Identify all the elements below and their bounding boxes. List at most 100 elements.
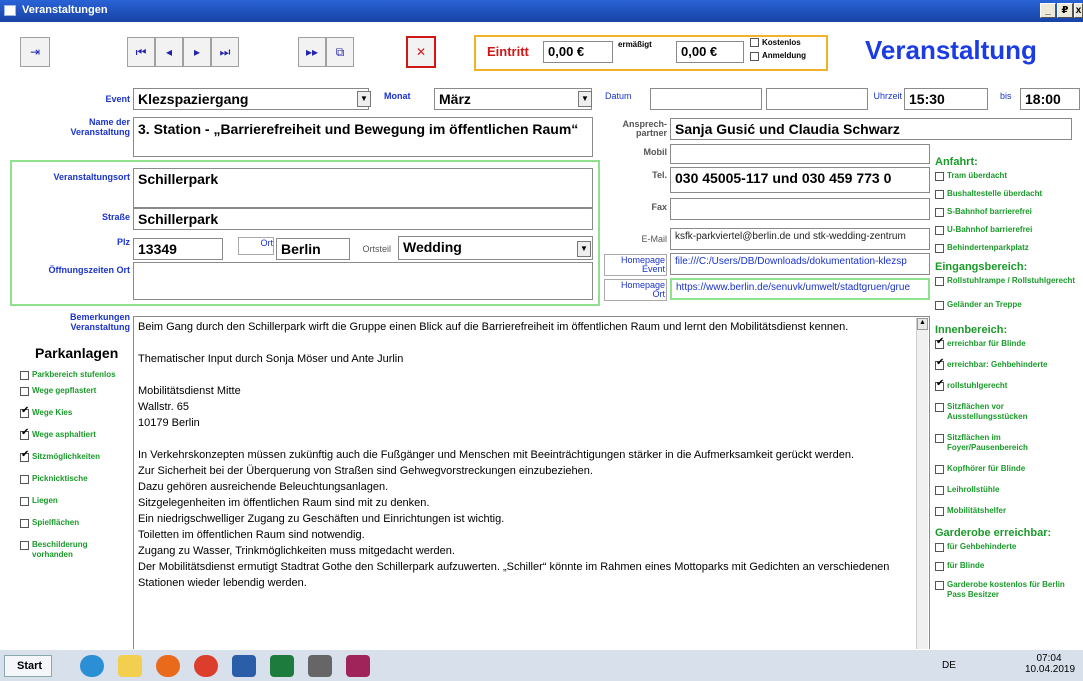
- anfahrt-option-u-bahnhof-barrierefrei[interactable]: U-Bahnhof barrierefrei: [935, 225, 1083, 235]
- maximize-button[interactable]: ₽: [1057, 3, 1073, 18]
- innen-option-sitzflächen-vor-ausstellungsstücken-checkbox[interactable]: [935, 403, 944, 412]
- park-option-spielflächen-checkbox[interactable]: [20, 519, 29, 528]
- homepage-ort-field[interactable]: https://www.berlin.de/senuvk/umwelt/stad…: [670, 278, 930, 300]
- scroll-up-icon[interactable]: ▲: [917, 318, 928, 330]
- name-field[interactable]: 3. Station - „Barrierefreiheit und Beweg…: [133, 117, 593, 157]
- email-field[interactable]: ksfk-parkviertel@berlin.de und stk-weddi…: [670, 228, 930, 250]
- innen-option-rollstuhlgerecht-checkbox[interactable]: [935, 379, 944, 391]
- park-option-parkbereich-stufenlos[interactable]: Parkbereich stufenlos: [20, 370, 130, 380]
- anfahrt-option-bushaltestelle-überdacht[interactable]: Bushaltestelle überdacht: [935, 189, 1083, 199]
- innen-option-erreichbar-für-blinde[interactable]: erreichbar für Blinde: [935, 337, 1083, 349]
- innen-option-leihrollstühle[interactable]: Leihrollstühle: [935, 485, 1083, 495]
- tel-field[interactable]: 030 45005-117 und 030 459 773 0: [670, 167, 930, 193]
- park-option-beschilderung-vorhanden[interactable]: Beschilderung vorhanden: [20, 540, 130, 560]
- anfahrt-option-s-bahnhof-barrierefrei[interactable]: S-Bahnhof barrierefrei: [935, 207, 1083, 217]
- anfahrt-option-behindertenparkplatz[interactable]: Behindertenparkplatz: [935, 243, 1083, 253]
- park-option-wege-gepflastert[interactable]: Wege gepflastert: [20, 386, 130, 396]
- anfahrt-option-behindertenparkplatz-checkbox[interactable]: [935, 244, 944, 253]
- kostenlos-option[interactable]: Kostenlos: [750, 37, 801, 48]
- innen-option-mobilitätshelfer-checkbox[interactable]: [935, 507, 944, 516]
- exit-button[interactable]: ⇥: [20, 37, 50, 67]
- garderobe-option-garderobe-kostenlos-für-berlin-pass-besitzer[interactable]: Garderobe kostenlos für Berlin Pass Besi…: [935, 580, 1083, 600]
- anfahrt-option-s-bahnhof-barrierefrei-checkbox[interactable]: [935, 208, 944, 217]
- last-record-button[interactable]: ⏭: [211, 37, 239, 67]
- garderobe-option-für-blinde[interactable]: für Blinde: [935, 561, 1083, 571]
- chrome-icon[interactable]: [194, 655, 218, 677]
- eingang-option-geländer-an-treppe-checkbox[interactable]: [935, 301, 944, 310]
- clock[interactable]: 07:04 10.04.2019: [1025, 653, 1075, 675]
- ansprechpartner-field[interactable]: Sanja Gusić und Claudia Schwarz: [670, 118, 1072, 140]
- monat-dropdown-icon[interactable]: ▼: [578, 91, 592, 107]
- innen-option-erreichbar-gehbehinderte-checkbox[interactable]: [935, 358, 944, 370]
- anmeldung-option[interactable]: Anmeldung: [750, 51, 806, 61]
- park-option-parkbereich-stufenlos-checkbox[interactable]: [20, 371, 29, 380]
- park-option-liegen[interactable]: Liegen: [20, 496, 130, 506]
- park-option-spielflächen[interactable]: Spielflächen: [20, 518, 130, 528]
- uhrzeit-field[interactable]: 15:30: [904, 88, 988, 110]
- eingang-option-rollstuhlrampe-rollstuhlgerecht-checkbox[interactable]: [935, 277, 944, 286]
- park-option-picknicktische[interactable]: Picknicktische: [20, 474, 130, 484]
- event-dropdown-icon[interactable]: ▼: [357, 91, 371, 107]
- firefox-icon[interactable]: [156, 655, 180, 677]
- event-field[interactable]: Klezspaziergang: [133, 88, 369, 110]
- anfahrt-option-u-bahnhof-barrierefrei-checkbox[interactable]: [935, 226, 944, 235]
- park-option-picknicktische-checkbox[interactable]: [20, 475, 29, 484]
- innen-option-leihrollstühle-checkbox[interactable]: [935, 486, 944, 495]
- first-record-button[interactable]: ⏮: [127, 37, 155, 67]
- monat-field[interactable]: März: [434, 88, 592, 110]
- veranstaltungsort-field[interactable]: Schillerpark: [133, 168, 593, 208]
- close-button[interactable]: x: [1074, 3, 1083, 18]
- ie-icon[interactable]: [80, 655, 104, 677]
- minimize-button[interactable]: _: [1040, 3, 1056, 18]
- garderobe-option-garderobe-kostenlos-für-berlin-pass-besitzer-checkbox[interactable]: [935, 581, 944, 590]
- preview-button[interactable]: ⧉: [326, 37, 354, 67]
- innen-option-sitzflächen-im-foyer-pausenbereich[interactable]: Sitzflächen im Foyer/Pausenbereich: [935, 433, 1083, 453]
- language-indicator[interactable]: DE: [942, 660, 956, 671]
- datum-bis-field[interactable]: [766, 88, 868, 110]
- ortsteil-dropdown-icon[interactable]: ▼: [577, 241, 591, 257]
- innen-option-kopfhörer-für-blinde[interactable]: Kopfhörer für Blinde: [935, 464, 1083, 474]
- oeffnung-field[interactable]: [133, 262, 593, 300]
- kostenlos-checkbox[interactable]: [750, 38, 759, 47]
- ermaessigt-field[interactable]: 0,00 €: [676, 41, 744, 63]
- ortsteil-field[interactable]: Wedding: [398, 236, 593, 260]
- garderobe-option-für-blinde-checkbox[interactable]: [935, 562, 944, 571]
- park-option-sitzmöglichkeiten[interactable]: Sitzmöglichkeiten: [20, 450, 130, 462]
- datum-field[interactable]: [650, 88, 762, 110]
- explorer-icon[interactable]: [118, 655, 142, 677]
- anfahrt-option-bushaltestelle-überdacht-checkbox[interactable]: [935, 190, 944, 199]
- next-record-button[interactable]: ▸: [183, 37, 211, 67]
- eintritt-field[interactable]: 0,00 €: [543, 41, 613, 63]
- innen-option-rollstuhlgerecht[interactable]: rollstuhlgerecht: [935, 379, 1083, 391]
- word-icon[interactable]: [232, 655, 256, 677]
- mobil-field[interactable]: [670, 144, 930, 164]
- uhrzeit-bis-field[interactable]: 18:00: [1020, 88, 1080, 110]
- ort-field[interactable]: Berlin: [276, 238, 350, 260]
- anmeldung-checkbox[interactable]: [750, 52, 759, 61]
- park-option-wege-gepflastert-checkbox[interactable]: [20, 387, 29, 396]
- garderobe-option-für-gehbehinderte[interactable]: für Gehbehinderte: [935, 542, 1083, 552]
- app-icon[interactable]: [308, 655, 332, 677]
- cancel-button[interactable]: ✕: [406, 36, 436, 68]
- bemerkungen-scrollbar[interactable]: ▲: [916, 318, 928, 668]
- innen-option-sitzflächen-im-foyer-pausenbereich-checkbox[interactable]: [935, 434, 944, 443]
- strasse-field[interactable]: Schillerpark: [133, 208, 593, 230]
- park-option-wege-kies[interactable]: Wege Kies: [20, 406, 130, 418]
- eingang-option-rollstuhlrampe-rollstuhlgerecht[interactable]: Rollstuhlrampe / Rollstuhlgerecht: [935, 276, 1083, 286]
- innen-option-mobilitätshelfer[interactable]: Mobilitätshelfer: [935, 506, 1083, 516]
- fax-field[interactable]: [670, 198, 930, 220]
- access-icon[interactable]: [346, 655, 370, 677]
- innen-option-kopfhörer-für-blinde-checkbox[interactable]: [935, 465, 944, 474]
- prev-record-button[interactable]: ◂: [155, 37, 183, 67]
- bemerkungen-textarea[interactable]: Beim Gang durch den Schillerpark wirft d…: [133, 316, 930, 670]
- anfahrt-option-tram-überdacht[interactable]: Tram überdacht: [935, 171, 1083, 181]
- garderobe-option-für-gehbehinderte-checkbox[interactable]: [935, 543, 944, 552]
- innen-option-sitzflächen-vor-ausstellungsstücken[interactable]: Sitzflächen vor Ausstellungsstücken: [935, 402, 1083, 422]
- park-option-wege-asphaltiert-checkbox[interactable]: [20, 428, 29, 440]
- innen-option-erreichbar-gehbehinderte[interactable]: erreichbar: Gehbehinderte: [935, 358, 1083, 370]
- park-option-wege-kies-checkbox[interactable]: [20, 406, 29, 418]
- park-option-wege-asphaltiert[interactable]: Wege asphaltiert: [20, 428, 130, 440]
- new-record-button[interactable]: ▸▸: [298, 37, 326, 67]
- homepage-event-field[interactable]: file:///C:/Users/DB/Downloads/dokumentat…: [670, 253, 930, 275]
- park-option-sitzmöglichkeiten-checkbox[interactable]: [20, 450, 29, 462]
